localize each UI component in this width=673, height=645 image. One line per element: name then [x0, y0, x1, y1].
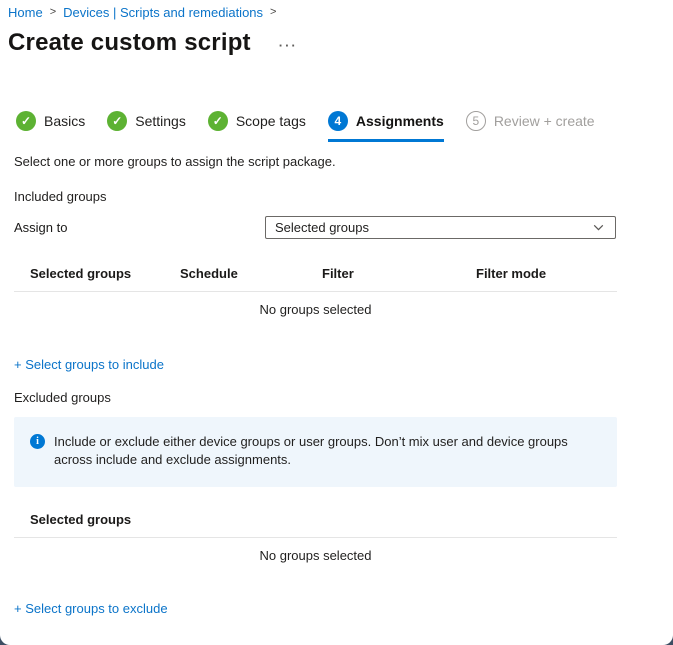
tab-label: Review + create [494, 113, 595, 129]
assign-to-label: Assign to [14, 220, 67, 235]
info-message-bar: i Include or exclude either device group… [14, 417, 617, 487]
title-row: Create custom script ··· [8, 29, 298, 57]
tab-label: Settings [135, 113, 186, 129]
tab-basics[interactable]: ✓ Basics [16, 111, 85, 142]
tab-label: Assignments [356, 113, 444, 129]
breadcrumb: Home > Devices | Scripts and remediation… [8, 5, 276, 20]
backdrop-corner [661, 633, 673, 645]
info-icon: i [30, 434, 45, 449]
tab-label: Scope tags [236, 113, 306, 129]
page-title: Create custom script [8, 29, 251, 57]
step-number-icon: 4 [328, 111, 348, 131]
create-custom-script-page: Home > Devices | Scripts and remediation… [0, 0, 673, 645]
empty-table-message: No groups selected [14, 538, 617, 563]
column-header: Selected groups [14, 266, 180, 281]
select-groups-to-exclude-link[interactable]: + Select groups to exclude [14, 601, 168, 616]
info-message-text: Include or exclude either device groups … [54, 433, 602, 487]
chevron-right-icon: > [50, 6, 56, 19]
included-groups-table: Selected groups Schedule Filter Filter m… [14, 261, 617, 317]
check-circle-icon: ✓ [107, 111, 127, 131]
more-options-icon[interactable]: ··· [279, 38, 298, 53]
breadcrumb-devices-link[interactable]: Devices | Scripts and remediations [63, 5, 263, 20]
page-description: Select one or more groups to assign the … [14, 154, 336, 169]
tab-scope-tags[interactable]: ✓ Scope tags [208, 111, 306, 142]
tab-settings[interactable]: ✓ Settings [107, 111, 186, 142]
column-header: Filter mode [476, 266, 617, 281]
excluded-groups-heading: Excluded groups [14, 390, 111, 405]
table-header-row: Selected groups Schedule Filter Filter m… [14, 261, 617, 292]
tab-assignments[interactable]: 4 Assignments [328, 111, 444, 142]
select-groups-to-include-link[interactable]: + Select groups to include [14, 357, 164, 372]
chevron-down-icon [592, 221, 605, 234]
tab-review-create[interactable]: 5 Review + create [466, 111, 595, 142]
assign-to-selected-value: Selected groups [275, 220, 369, 235]
excluded-groups-table: Selected groups No groups selected [14, 507, 617, 563]
check-circle-icon: ✓ [208, 111, 228, 131]
tab-label: Basics [44, 113, 85, 129]
assign-to-dropdown[interactable]: Selected groups [265, 216, 616, 239]
chevron-right-icon: > [270, 6, 276, 19]
step-number-icon: 5 [466, 111, 486, 131]
column-header: Selected groups [14, 512, 617, 527]
breadcrumb-home-link[interactable]: Home [8, 5, 43, 20]
column-header: Filter [322, 266, 476, 281]
backdrop-corner [0, 633, 12, 645]
included-groups-heading: Included groups [14, 189, 107, 204]
table-header-row: Selected groups [14, 507, 617, 538]
check-circle-icon: ✓ [16, 111, 36, 131]
wizard-steps: ✓ Basics ✓ Settings ✓ Scope tags 4 Assig… [16, 111, 595, 142]
empty-table-message: No groups selected [14, 292, 617, 317]
column-header: Schedule [180, 266, 322, 281]
